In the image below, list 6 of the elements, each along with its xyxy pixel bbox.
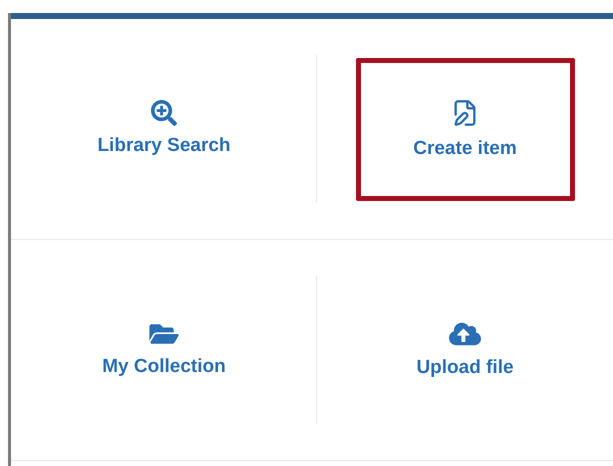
tile-link[interactable]: Library Search <box>97 100 231 158</box>
tile-link[interactable]: Upload file <box>416 320 514 380</box>
zoom-in-icon <box>150 100 177 126</box>
tile-link[interactable]: Create item <box>413 97 517 161</box>
tile-link[interactable]: My Collection <box>102 321 226 379</box>
cloud-upload-icon <box>449 320 481 348</box>
